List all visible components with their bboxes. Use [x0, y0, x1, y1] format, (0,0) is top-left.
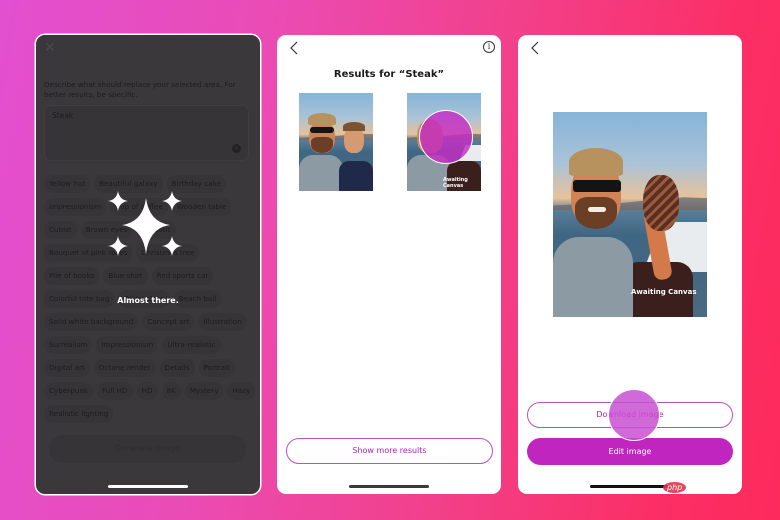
suggestion-chip[interactable]: Cyberpunk — [44, 382, 94, 400]
suggestion-chip[interactable]: Mystery — [184, 382, 224, 400]
suggestion-chip[interactable]: Solid white background — [44, 313, 139, 331]
prompt-description: Describe what should replace your select… — [44, 80, 236, 99]
suggestion-chip[interactable]: Portrait — [198, 359, 235, 377]
suggestion-chip[interactable]: Octane render — [93, 359, 156, 377]
woman-hair — [343, 122, 365, 131]
suggestion-chip[interactable]: Yellow hat — [44, 175, 91, 193]
sparkle-small — [162, 236, 182, 256]
brand-watermark: php 中文网 — [663, 480, 719, 495]
image-watermark: Awaiting Canvas — [631, 288, 697, 296]
steak — [643, 175, 679, 231]
man-cap — [569, 148, 623, 176]
tap-indicator — [608, 389, 660, 441]
brand-text: 中文网 — [689, 484, 720, 495]
result-image-2[interactable]: Awaiting Canvas — [407, 93, 481, 191]
man-beard — [311, 137, 333, 153]
describe-screen: ✕ Describe what should replace your sele… — [36, 35, 260, 494]
suggestion-chip[interactable]: Surrealism — [44, 336, 93, 354]
home-indicator[interactable] — [108, 485, 188, 488]
suggestion-chip[interactable]: Ultra-realistic — [162, 336, 221, 354]
suggestion-chip[interactable]: 8K — [161, 382, 181, 400]
results-title: Results for “Steak” — [333, 69, 445, 80]
man-beard — [575, 197, 617, 229]
suggestion-chip[interactable]: Realistic lighting — [44, 405, 114, 423]
suggestion-chip[interactable]: Impressionism — [44, 198, 107, 216]
woman-top — [339, 161, 373, 191]
result-image-1[interactable] — [299, 93, 373, 191]
suggestion-chip[interactable]: Illustration — [198, 313, 247, 331]
chevron-left-icon[interactable] — [288, 40, 302, 56]
prompt-input[interactable]: Steak ✕ — [44, 105, 249, 161]
selection-highlight — [419, 110, 473, 164]
suggestion-chip[interactable]: Pile of books — [44, 267, 100, 285]
home-indicator[interactable] — [590, 485, 670, 488]
loading-label: Almost there. — [117, 296, 179, 305]
close-icon: ✕ — [44, 40, 56, 56]
suggestion-chip[interactable]: Digital art — [44, 359, 90, 377]
final-image: Awaiting Canvas — [553, 112, 707, 317]
suggestion-chip[interactable]: Red sports car — [151, 267, 214, 285]
suggestion-chip[interactable]: Details — [159, 359, 195, 377]
suggestion-chip[interactable]: Full HD — [97, 382, 133, 400]
image-watermark: Awaiting Canvas — [443, 177, 468, 189]
suggestion-chip[interactable]: Hazy — [227, 382, 256, 400]
sparkle-small — [108, 191, 128, 211]
show-more-results-button[interactable]: Show more results — [286, 438, 493, 464]
chevron-left-icon[interactable] — [529, 40, 543, 56]
suggestion-chip[interactable]: Cubist — [44, 221, 77, 239]
sparkle-small — [108, 236, 128, 256]
man-cap — [308, 113, 336, 125]
sparkles-icon — [108, 191, 182, 256]
man-shirt — [299, 155, 343, 191]
prompt-input-value: Steak — [52, 111, 74, 120]
sparkle-large — [122, 198, 170, 254]
man-shirt — [553, 237, 633, 317]
man-sunglasses — [310, 127, 334, 133]
info-icon[interactable]: i — [483, 41, 495, 53]
home-indicator[interactable] — [349, 485, 429, 488]
edit-image-button[interactable]: Edit image — [527, 438, 733, 465]
generate-image-button[interactable]: Generate image — [49, 435, 246, 463]
suggestion-chip[interactable]: Impressionism — [96, 336, 159, 354]
final-screen: Awaiting Canvas Download image Edit imag… — [518, 35, 742, 494]
clear-icon[interactable]: ✕ — [232, 144, 241, 153]
man-sunglasses — [573, 180, 621, 192]
sparkle-small — [162, 191, 182, 211]
close-button[interactable]: ✕ — [44, 41, 56, 55]
suggestion-chip[interactable]: Blue shirt — [103, 267, 148, 285]
suggestion-chip[interactable]: HD — [136, 382, 158, 400]
man-mouth — [588, 207, 606, 212]
results-screen: i Results for “Steak” Awaiting Canvas Sh… — [277, 35, 501, 494]
php-badge: php — [663, 482, 687, 493]
suggestion-chip[interactable]: Concept art — [142, 313, 195, 331]
